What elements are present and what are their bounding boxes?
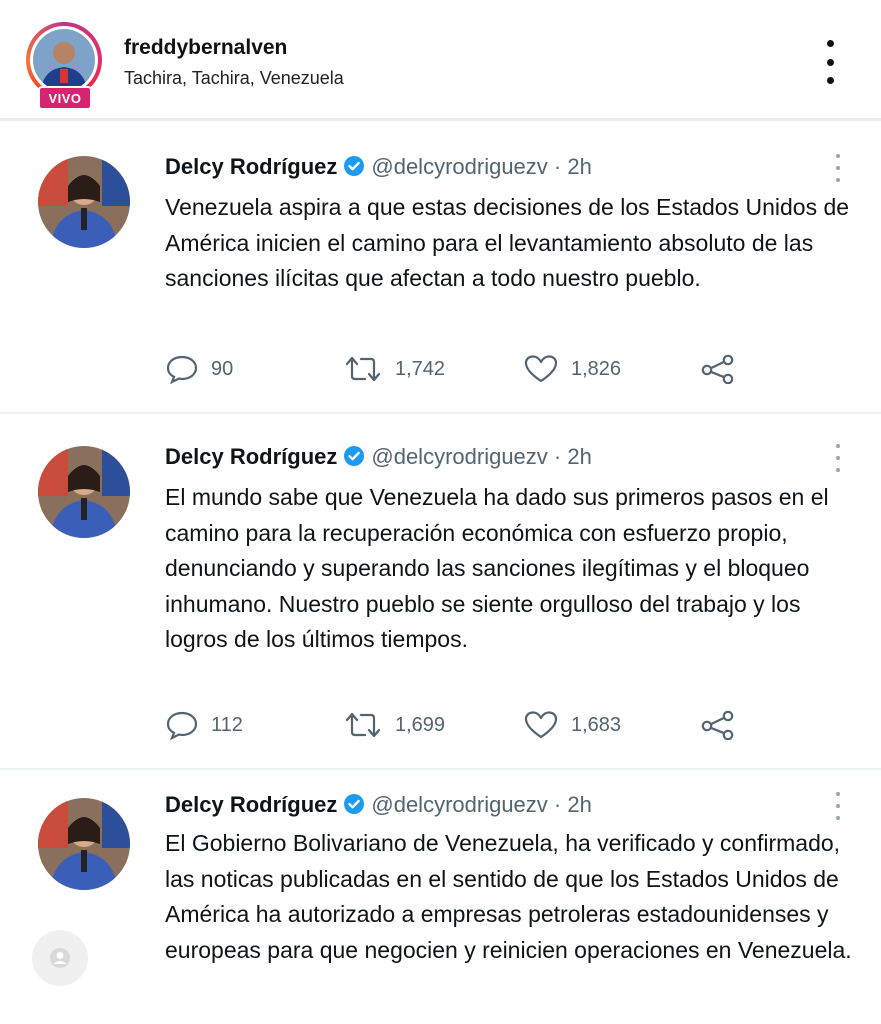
tweet-author-name[interactable]: Delcy Rodríguez	[165, 792, 337, 817]
tweet-handle-time[interactable]: @delcyrodriguezv · 2h	[371, 444, 591, 469]
share-icon	[701, 354, 734, 384]
tweet-avatar[interactable]	[38, 446, 130, 538]
like-count: 1,826	[571, 357, 622, 380]
verified-badge-icon	[343, 793, 365, 821]
share-button[interactable]	[700, 354, 748, 384]
retweet-count: 1,742	[395, 357, 446, 380]
live-username[interactable]: freddybernalven	[124, 36, 287, 60]
live-badge: VIVO	[38, 86, 92, 110]
live-location[interactable]: Tachira, Tachira, Venezuela	[124, 68, 344, 89]
like-count: 1,683	[571, 713, 622, 736]
share-button[interactable]	[700, 710, 748, 740]
verified-badge-icon	[343, 445, 365, 473]
tweet-header: Delcy Rodríguez @delcyrodriguezv · 2h	[165, 444, 592, 473]
heart-icon	[524, 355, 558, 383]
reply-count: 90	[211, 357, 234, 380]
tweet-text: El mundo sabe que Venezuela ha dado sus …	[165, 484, 829, 652]
tweet-card[interactable]: Delcy Rodríguez @delcyrodriguezv · 2h Ven…	[0, 124, 881, 412]
share-icon	[701, 710, 734, 740]
reply-button[interactable]: 90	[165, 354, 233, 384]
user-icon	[50, 948, 70, 968]
tweet-more-icon[interactable]	[832, 444, 844, 472]
tweet-handle-time[interactable]: @delcyrodriguezv · 2h	[371, 792, 591, 817]
live-post-header: VIVO freddybernalven Tachira, Tachira, V…	[0, 0, 881, 121]
reply-count: 112	[211, 713, 243, 736]
tweet-text: El Gobierno Bolivariano de Venezuela, ha…	[165, 830, 852, 963]
tweet-more-icon[interactable]	[832, 154, 844, 182]
reply-icon	[166, 711, 198, 740]
floating-user-button[interactable]	[32, 930, 88, 986]
tweet-more-icon[interactable]	[832, 792, 844, 820]
tweet-actions: 90 1,742 1,826	[165, 354, 765, 384]
retweet-icon	[345, 356, 381, 382]
tweet-text: Venezuela aspira a que estas decisiones …	[165, 194, 850, 291]
reply-icon	[166, 355, 198, 384]
tweet-card[interactable]: Delcy Rodríguez @delcyrodriguezv · 2h El …	[0, 414, 881, 768]
tweet-actions: 112 1,699 1,683	[165, 710, 765, 740]
like-button[interactable]: 1,826	[523, 354, 621, 384]
verified-badge-icon	[343, 155, 365, 183]
tweet-avatar[interactable]	[38, 156, 130, 248]
reply-button[interactable]: 112	[165, 710, 243, 740]
live-avatar	[33, 29, 95, 91]
tweet-header: Delcy Rodríguez @delcyrodriguezv · 2h	[165, 154, 592, 183]
tweet-author-name[interactable]: Delcy Rodríguez	[165, 154, 337, 179]
retweet-button[interactable]: 1,699	[343, 710, 445, 740]
heart-icon	[524, 711, 558, 739]
like-button[interactable]: 1,683	[523, 710, 621, 740]
tweet-author-name[interactable]: Delcy Rodríguez	[165, 444, 337, 469]
more-options-icon[interactable]	[818, 40, 842, 84]
retweet-button[interactable]: 1,742	[343, 354, 445, 384]
retweet-count: 1,699	[395, 713, 446, 736]
retweet-icon	[345, 712, 381, 738]
tweet-avatar[interactable]	[38, 798, 130, 890]
tweet-card[interactable]: Delcy Rodríguez @delcyrodriguezv · 2h El …	[0, 770, 881, 1024]
tweet-header: Delcy Rodríguez @delcyrodriguezv · 2h	[165, 792, 592, 821]
tweet-handle-time[interactable]: @delcyrodriguezv · 2h	[371, 154, 591, 179]
